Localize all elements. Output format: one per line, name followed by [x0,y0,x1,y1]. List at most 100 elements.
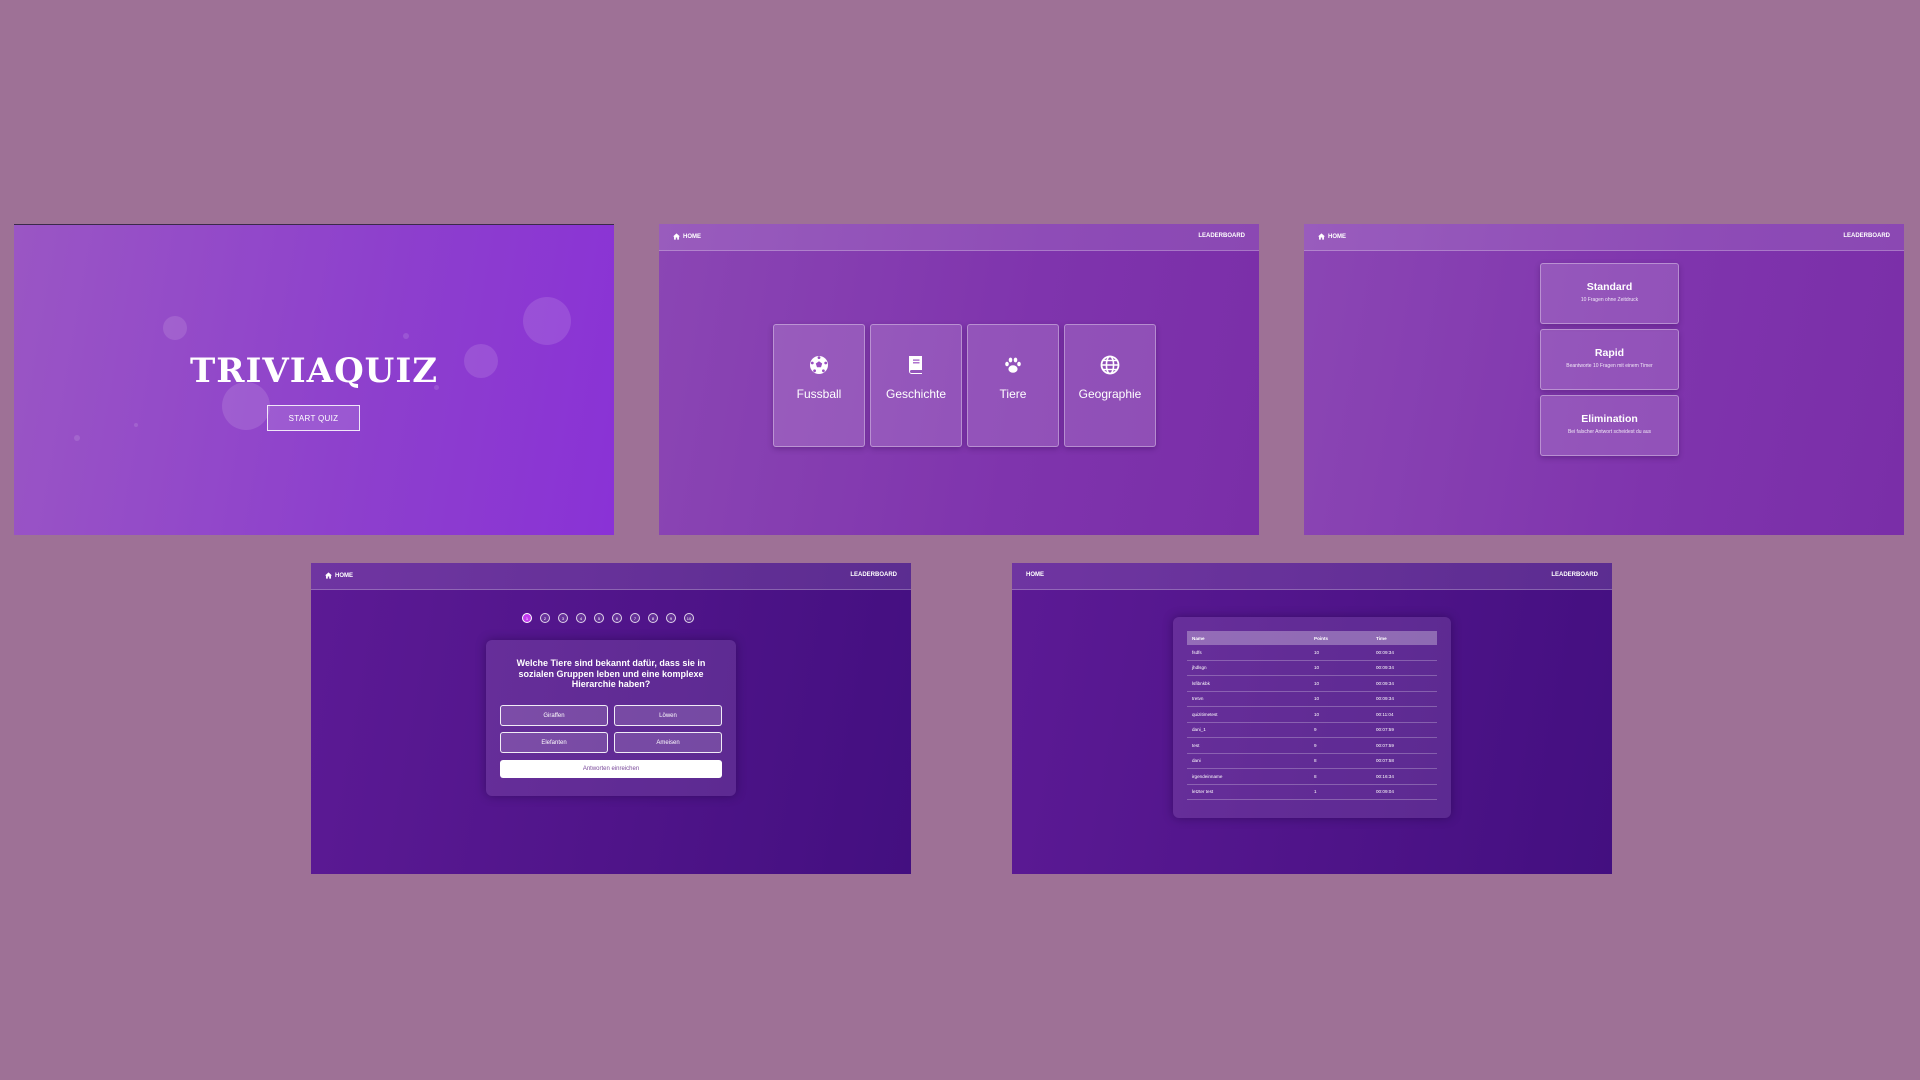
nav-leaderboard-link[interactable]: LEADERBOARD [850,572,897,578]
globe-icon [1100,355,1120,375]
question-dot[interactable]: 5 [594,613,604,623]
nav-home-link[interactable]: HOME [673,233,701,240]
cell-points: 10 [1309,706,1371,723]
cell-points: 10 [1309,675,1371,692]
leaderboard-card: Name Points Time fsdfs 10 00:09:34 jhdlsgn… [1173,617,1451,818]
nav-leaderboard-link[interactable]: LEADERBOARD [1843,233,1890,239]
cell-time: 00:07:59 [1371,737,1437,754]
mode-description: Beantworte 10 Fragen mit einem Timer [1566,363,1653,369]
cell-time: 00:09:34 [1371,660,1437,676]
nav-leaderboard-link[interactable]: LEADERBOARD [1551,572,1598,578]
answer-option[interactable]: Elefanten [500,732,608,753]
decorative-bubble [403,333,409,339]
cell-name: dani_1 [1187,722,1309,738]
question-dot[interactable]: 4 [576,613,586,623]
table-row: lsfibnkbk 10 00:09:34 [1187,675,1437,692]
cell-points: 9 [1309,737,1371,754]
column-header-time: Time [1371,631,1437,645]
question-dot[interactable]: 2 [540,613,550,623]
table-row: irgendeinname 8 00:16:34 [1187,768,1437,785]
cell-points: 8 [1309,753,1371,769]
mode-name: Rapid [1594,347,1625,359]
decorative-bubble [163,316,187,340]
table-row: dani 8 00:07:58 [1187,753,1437,769]
cell-time: 00:09:34 [1371,675,1437,692]
cell-name: letzter test [1187,784,1309,800]
table-row: letzter test 1 00:09:04 [1187,784,1437,800]
book-icon [908,356,922,374]
home-icon [325,572,332,579]
cell-name: lsfibnkbk [1187,675,1309,692]
category-label: Fussball [796,387,842,401]
column-header-points: Points [1309,631,1371,645]
navbar: HOME LEADERBOARD [1304,224,1904,251]
table-row: jhdlsgn 10 00:09:34 [1187,660,1437,676]
app-title: TRIVIAQUIZ [189,351,439,391]
question-dot[interactable]: 6 [612,613,622,623]
nav-home-link[interactable]: HOME [325,572,353,579]
nav-home-label: HOME [683,233,701,240]
nav-home-link[interactable]: HOME [1318,233,1346,240]
mode-list: Standard 10 Fragen ohne Zeitdruck Rapid … [1540,263,1679,456]
question-text: Welche Tiere sind bekannt dafür, dass si… [516,658,706,689]
question-dot[interactable]: 9 [666,613,676,623]
cell-time: 00:09:34 [1371,691,1437,707]
decorative-bubble [134,423,138,427]
question-dot[interactable]: 7 [630,613,640,623]
cell-points: 8 [1309,768,1371,785]
category-card-fussball[interactable]: Fussball [773,324,865,447]
nav-leaderboard-link[interactable]: LEADERBOARD [1198,233,1245,239]
cell-name: tretvn [1187,691,1309,707]
answer-options: Giraffen Löwen Elefanten Ameisen [500,705,722,753]
mode-select-panel: HOME LEADERBOARD Standard 10 Fragen ohne… [1304,224,1904,535]
category-list: Fussball Geschichte Tiere Geographie [773,324,1156,447]
mode-card-rapid[interactable]: Rapid Beantworte 10 Fragen mit einem Tim… [1540,329,1679,390]
nav-home-label: HOME [335,572,353,579]
start-quiz-button[interactable]: START QUIZ [267,405,360,431]
question-dot[interactable]: 3 [558,613,568,623]
cell-name: irgendeinname [1187,768,1309,785]
question-dot[interactable]: 1 [522,613,532,623]
cell-points: 10 [1309,691,1371,707]
question-dot[interactable]: 8 [648,613,658,623]
nav-home-label: HOME [1328,233,1346,240]
mode-card-elimination[interactable]: Elimination Bei falscher Antwort scheide… [1540,395,1679,456]
nav-home-link[interactable]: HOME [1026,572,1044,578]
cell-name: fsdfs [1187,645,1309,661]
cell-name: test [1187,737,1309,754]
leaderboard-table: Name Points Time fsdfs 10 00:09:34 jhdlsgn… [1187,631,1437,800]
mode-card-standard[interactable]: Standard 10 Fragen ohne Zeitdruck [1540,263,1679,324]
navbar: HOME LEADERBOARD [659,224,1259,251]
cell-time: 00:16:34 [1371,768,1437,785]
mode-description: 10 Fragen ohne Zeitdruck [1580,297,1639,303]
category-label: Geographie [1078,387,1142,401]
table-header-row: Name Points Time [1187,631,1437,645]
answer-option[interactable]: Ameisen [614,732,722,753]
mode-name: Elimination [1581,413,1638,425]
mode-description: Bei falscher Antwort scheidest du aus [1567,429,1652,435]
category-card-tiere[interactable]: Tiere [967,324,1059,447]
quiz-question-panel: HOME LEADERBOARD 1 2 3 4 5 6 7 8 9 10 We… [311,563,911,874]
table-row: quizitimetest 10 00:11:04 [1187,706,1437,723]
cell-time: 00:07:59 [1371,722,1437,738]
cell-points: 1 [1309,784,1371,800]
cell-time: 00:07:58 [1371,753,1437,769]
answer-option[interactable]: Giraffen [500,705,608,726]
question-dot[interactable]: 10 [684,613,694,623]
answer-option[interactable]: Löwen [614,705,722,726]
paw-icon [1005,357,1021,373]
cell-name: jhdlsgn [1187,660,1309,676]
submit-answers-button[interactable]: Antworten einreichen [500,760,722,778]
category-card-geschichte[interactable]: Geschichte [870,324,962,447]
leaderboard-panel: HOME LEADERBOARD Name Points Time fsdfs 1… [1012,563,1612,874]
table-row: tretvn 10 00:09:34 [1187,691,1437,707]
cell-time: 00:09:04 [1371,784,1437,800]
cell-name: quizitimetest [1187,706,1309,723]
cell-points: 10 [1309,660,1371,676]
table-row: fsdfs 10 00:09:34 [1187,645,1437,661]
category-card-geographie[interactable]: Geographie [1064,324,1156,447]
navbar: HOME LEADERBOARD [1012,563,1612,590]
decorative-bubble [523,297,571,345]
table-row: test 9 00:07:59 [1187,737,1437,754]
decorative-bubble [74,435,80,441]
